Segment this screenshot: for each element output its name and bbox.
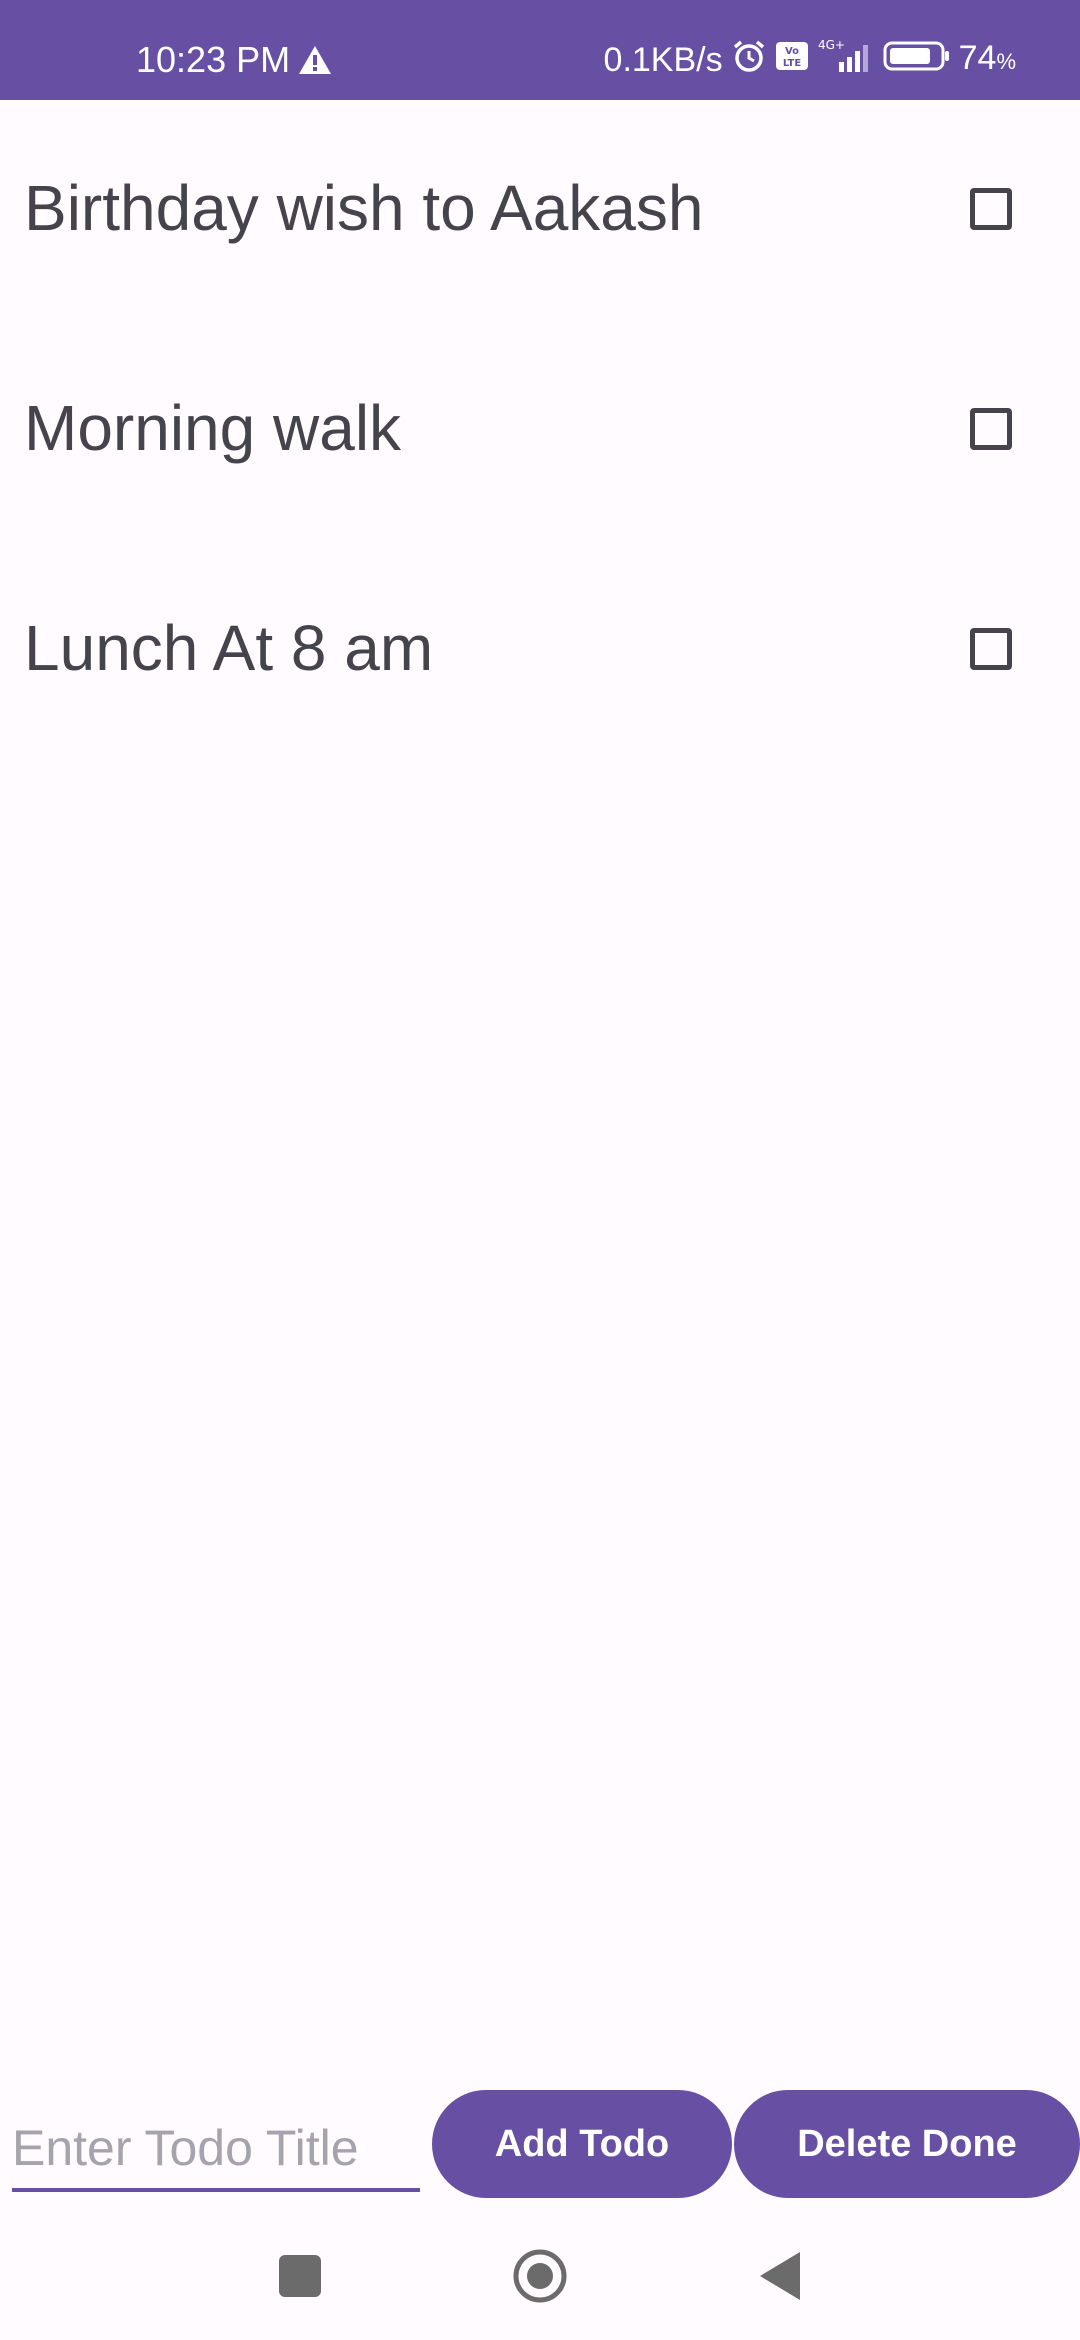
add-todo-button[interactable]: Add Todo	[432, 2090, 732, 2198]
volte-icon: Vo LTE	[775, 40, 809, 81]
todo-title: Birthday wish to Aakash	[24, 172, 704, 244]
todo-title: Morning walk	[24, 392, 402, 464]
warning-icon	[298, 44, 332, 76]
status-time-group: 10:23 PM	[136, 40, 332, 80]
todo-item: Lunch At 8 am	[0, 540, 1080, 760]
delete-done-button[interactable]: Delete Done	[734, 2090, 1080, 2198]
navigation-bar	[0, 2210, 1080, 2340]
svg-text:Vo: Vo	[785, 46, 799, 57]
battery-percentage: 74%	[959, 38, 1016, 82]
home-icon[interactable]	[512, 2248, 568, 2304]
todo-list: Birthday wish to Aakash Morning walk Lun…	[0, 100, 1080, 760]
signal-icon: 4G+	[817, 38, 875, 83]
status-bar: 10:23 PM 0.1KB/s Vo LTE 4G+ 74%	[0, 0, 1080, 100]
todo-checkbox[interactable]	[970, 628, 1012, 670]
alarm-icon	[731, 38, 767, 83]
back-icon[interactable]	[758, 2248, 802, 2304]
todo-checkbox[interactable]	[970, 188, 1012, 230]
add-todo-bar: Add Todo Delete Done	[0, 2088, 1080, 2198]
clock-time: 10:23 PM	[136, 39, 291, 80]
battery-level: 74	[958, 39, 997, 77]
svg-text:4G+: 4G+	[818, 38, 845, 52]
todo-title: Lunch At 8 am	[24, 612, 434, 684]
battery-unit: %	[996, 49, 1016, 74]
todo-item: Birthday wish to Aakash	[0, 100, 1080, 320]
battery-icon	[883, 40, 951, 81]
todo-checkbox[interactable]	[970, 408, 1012, 450]
todo-title-input[interactable]	[12, 2108, 420, 2192]
status-indicators: 0.1KB/s Vo LTE 4G+ 74%	[596, 38, 1016, 83]
todo-item: Morning walk	[0, 320, 1080, 540]
recents-icon[interactable]	[279, 2255, 321, 2297]
svg-text:LTE: LTE	[782, 58, 801, 69]
network-speed: 0.1KB/s	[603, 41, 723, 79]
